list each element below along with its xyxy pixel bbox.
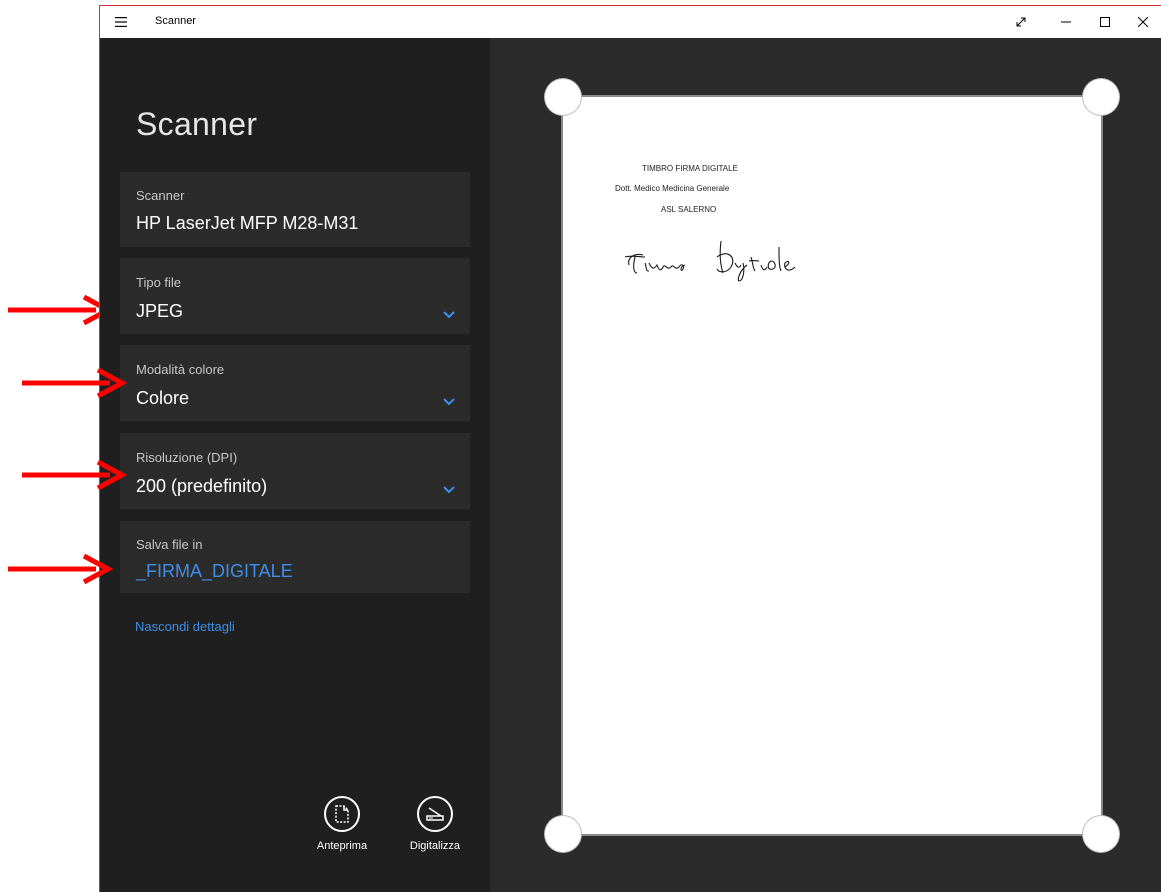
document-doctor-line: Dott. Medico Medicina Generale: [615, 184, 730, 193]
handwritten-signature: [624, 240, 796, 282]
title-bar: Scanner: [100, 6, 1161, 38]
annotation-arrow-save-location: [8, 553, 114, 585]
chevron-down-icon: [443, 311, 455, 319]
settings-panel: Scanner Scanner HP LaserJet MFP M28-M31 …: [100, 38, 490, 892]
resolution-dropdown[interactable]: Risoluzione (DPI) 200 (predefinito): [120, 433, 470, 509]
hide-details-link[interactable]: Nascondi dettagli: [135, 619, 235, 634]
save-location-field: Salva file in _FIRMA_DIGITALE: [120, 521, 470, 593]
file-type-value: JPEG: [136, 301, 184, 321]
save-location-label: Salva file in: [136, 537, 203, 552]
annotation-arrow-resolution: [22, 459, 128, 491]
save-location-link[interactable]: _FIRMA_DIGITALE: [136, 561, 293, 582]
close-icon[interactable]: [1123, 6, 1161, 38]
window-title: Scanner: [155, 15, 196, 27]
scanner-window: Scanner Scanner Scanner HP LaserJet MFP …: [99, 5, 1161, 892]
hamburger-icon[interactable]: [110, 13, 132, 31]
maximize-icon[interactable]: [1085, 6, 1125, 38]
scanned-document: TIMBRO FIRMA DIGITALE Dott. Medico Medic…: [561, 95, 1103, 836]
resolution-label: Risoluzione (DPI): [136, 450, 238, 465]
document-asl-line: ASL SALERNO: [661, 205, 717, 214]
color-mode-dropdown[interactable]: Modalità colore Colore: [120, 345, 470, 421]
expand-icon[interactable]: [1001, 6, 1041, 38]
preview-button[interactable]: Anteprima: [302, 796, 382, 862]
scan-preview-area: TIMBRO FIRMA DIGITALE Dott. Medico Medic…: [490, 38, 1161, 892]
minimize-icon[interactable]: [1046, 6, 1086, 38]
crop-handle-top-left[interactable]: [545, 79, 581, 115]
document-stamp-title: TIMBRO FIRMA DIGITALE: [642, 164, 738, 173]
preview-label: Anteprima: [316, 840, 368, 852]
scanner-field: Scanner HP LaserJet MFP M28-M31: [120, 172, 470, 247]
scanner-label: Scanner: [136, 188, 185, 203]
crop-handle-top-right[interactable]: [1083, 79, 1119, 115]
scanner-value: HP LaserJet MFP M28-M31: [136, 213, 359, 233]
scan-icon: [417, 796, 453, 832]
annotation-arrow-color-mode: [22, 367, 128, 399]
panel-title: Scanner: [136, 106, 258, 142]
resolution-value: 200 (predefinito): [136, 476, 268, 496]
color-mode-label: Modalità colore: [136, 362, 225, 377]
preview-icon: [324, 796, 360, 832]
chevron-down-icon: [443, 398, 455, 406]
scan-button[interactable]: Digitalizza: [395, 796, 475, 862]
file-type-dropdown[interactable]: Tipo file JPEG: [120, 258, 470, 334]
crop-handle-bottom-left[interactable]: [545, 816, 581, 852]
chevron-down-icon: [443, 486, 455, 494]
scan-label: Digitalizza: [409, 840, 461, 852]
file-type-label: Tipo file: [136, 275, 182, 290]
crop-handle-bottom-right[interactable]: [1083, 816, 1119, 852]
color-mode-value: Colore: [136, 388, 190, 408]
